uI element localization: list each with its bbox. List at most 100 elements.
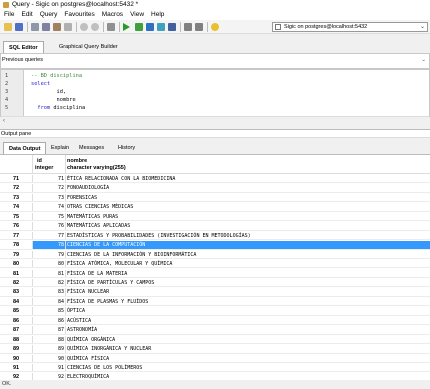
row-header-corner[interactable] — [0, 155, 33, 174]
cell-nombre[interactable]: ÓPTICA — [67, 307, 85, 315]
tab-history[interactable]: History — [113, 142, 140, 154]
cell-id[interactable]: 84 — [33, 297, 66, 306]
cell-id[interactable]: 73 — [33, 193, 66, 202]
cell-id[interactable]: 82 — [33, 278, 66, 287]
tab-messages[interactable]: Messages — [74, 142, 109, 154]
cell-nombre[interactable]: FONOAUDIOLOGÍA — [67, 184, 109, 192]
connection-checkbox[interactable] — [275, 24, 281, 30]
menu-help[interactable]: Help — [151, 10, 164, 20]
row-number[interactable]: 79 — [0, 250, 33, 259]
table-row[interactable]: 81 81 FÍSICA DE LA MATERIA — [0, 269, 430, 278]
cell-nombre[interactable]: QUÍMICA FÍSICA — [67, 355, 109, 363]
explain-analyze-icon[interactable] — [146, 23, 154, 31]
cell-id[interactable]: 90 — [33, 354, 66, 362]
cell-nombre[interactable]: CIENCIAS DE LA COMPUTACIÓN — [67, 241, 145, 249]
tab-data-output[interactable]: Data Output — [3, 142, 47, 154]
execute-icon[interactable] — [123, 23, 130, 31]
cell-nombre[interactable]: FÍSICA NUCLEAR — [67, 288, 109, 296]
table-row[interactable]: 83 83 FÍSICA NUCLEAR — [0, 288, 430, 297]
cell-id[interactable]: 80 — [33, 260, 66, 268]
cell-nombre[interactable]: FÍSICA ATÓMICA, MOLECULAR Y QUÍMICA — [67, 260, 172, 268]
cell-id[interactable]: 87 — [33, 326, 66, 334]
cell-id[interactable]: 88 — [33, 335, 66, 344]
row-number[interactable]: 88 — [0, 335, 33, 344]
cell-id[interactable]: 72 — [33, 184, 66, 192]
row-number[interactable]: 89 — [0, 345, 33, 353]
row-number[interactable]: 74 — [0, 203, 33, 211]
save-icon[interactable] — [15, 23, 23, 31]
row-number[interactable]: 87 — [0, 326, 33, 334]
tab-sql-editor[interactable]: SQL Editor — [3, 41, 44, 53]
row-number[interactable]: 91 — [0, 364, 33, 372]
table-row[interactable]: 73 73 FORENSICAS — [0, 193, 430, 203]
undo-icon[interactable] — [80, 23, 88, 31]
cell-nombre[interactable]: MATEMÁTICAS APLICADAS — [67, 222, 130, 230]
sql-editor[interactable]: 1 2 3 4 5 -- BD disciplina select id, no… — [0, 69, 430, 124]
row-number[interactable]: 71 — [0, 175, 33, 183]
table-row[interactable]: 84 84 FÍSICA DE PLASMAS Y FLUÍDOS — [0, 297, 430, 307]
connection-select[interactable]: Sigic on postgres@localhost:5432 ⌄ — [272, 22, 428, 32]
table-row[interactable]: 74 74 OTRAS CIENCIAS MÉDICAS — [0, 203, 430, 212]
cell-id[interactable]: 81 — [33, 269, 66, 277]
row-number[interactable]: 72 — [0, 184, 33, 192]
cut-icon[interactable] — [31, 23, 39, 31]
open-icon[interactable] — [4, 23, 12, 31]
tab-explain[interactable]: Explain — [46, 142, 74, 154]
cell-id[interactable]: 75 — [33, 212, 66, 221]
cell-id[interactable]: 89 — [33, 345, 66, 353]
row-number[interactable]: 84 — [0, 297, 33, 306]
menu-edit[interactable]: Edit — [21, 10, 32, 20]
table-row[interactable]: 91 91 CIENCIAS DE LOS POLÍMEROS — [0, 364, 430, 373]
cell-id[interactable]: 83 — [33, 288, 66, 296]
row-number[interactable]: 81 — [0, 269, 33, 277]
cell-id[interactable]: 77 — [33, 231, 66, 240]
data-grid[interactable]: id integer nombre character varying(255)… — [0, 154, 430, 380]
cell-nombre[interactable]: FORENSICAS — [67, 194, 97, 202]
table-row[interactable]: 82 82 FÍSICA DE PARTÍCULAS Y CAMPOS — [0, 278, 430, 288]
menu-view[interactable]: View — [130, 10, 144, 20]
cell-nombre[interactable]: ESTADÍSTICAS Y PROBABILIDADES (INVESTIGA… — [67, 232, 251, 240]
table-row[interactable]: 80 80 FÍSICA ATÓMICA, MOLECULAR Y QUÍMICA — [0, 260, 430, 269]
table-row[interactable]: 72 72 FONOAUDIOLOGÍA — [0, 184, 430, 193]
table-row[interactable]: 76 76 MATEMÁTICAS APLICADAS — [0, 222, 430, 231]
explain-icon[interactable] — [135, 23, 143, 31]
cell-nombre[interactable]: ÉTICA RELACIONADA CON LA BIOMEDICINA — [67, 175, 175, 183]
cell-nombre[interactable]: MATEMÁTICAS PURAS — [67, 213, 118, 221]
copy-icon[interactable] — [42, 23, 50, 31]
help-icon[interactable] — [211, 23, 219, 31]
row-number[interactable]: 82 — [0, 278, 33, 287]
table-row[interactable]: 88 88 QUÍMICA ORGÁNICA — [0, 335, 430, 345]
cancel-icon[interactable] — [157, 23, 165, 31]
cell-nombre[interactable]: OTRAS CIENCIAS MÉDICAS — [67, 203, 133, 211]
tab-graphical-query-builder[interactable]: Graphical Query Builder — [54, 41, 123, 53]
row-number[interactable]: 86 — [0, 316, 33, 325]
clear-history-icon[interactable] — [195, 23, 203, 31]
menu-query[interactable]: Query — [40, 10, 58, 20]
cell-nombre[interactable]: ACÚSTICA — [67, 317, 91, 325]
row-number[interactable]: 80 — [0, 260, 33, 268]
row-number[interactable]: 75 — [0, 212, 33, 221]
row-number[interactable]: 76 — [0, 222, 33, 230]
cell-nombre[interactable]: FÍSICA DE LA MATERIA — [67, 270, 127, 278]
cell-nombre[interactable]: CIENCIAS DE LA INFORMACIÓN Y BIOINFORMÁT… — [67, 251, 196, 259]
cell-id[interactable]: 86 — [33, 316, 66, 325]
output-to-file-icon[interactable] — [184, 23, 192, 31]
cell-nombre[interactable]: ASTRONOMÍA — [67, 326, 97, 334]
cell-id[interactable]: 79 — [33, 250, 66, 259]
menu-macros[interactable]: Macros — [102, 10, 123, 20]
table-row[interactable]: 78 78 CIENCIAS DE LA COMPUTACIÓN — [0, 241, 430, 250]
chevron-left-icon[interactable]: ‹ — [3, 117, 5, 125]
table-row[interactable]: 79 79 CIENCIAS DE LA INFORMACIÓN Y BIOINFO… — [0, 250, 430, 260]
row-number[interactable]: 85 — [0, 307, 33, 315]
redo-icon[interactable] — [91, 23, 99, 31]
cell-id[interactable]: 91 — [33, 364, 66, 372]
execute-pgscript-icon[interactable] — [168, 23, 176, 31]
table-row[interactable]: 90 90 QUÍMICA FÍSICA — [0, 354, 430, 363]
chevron-down-icon[interactable]: ⌄ — [420, 23, 425, 31]
cell-id[interactable]: 71 — [33, 175, 66, 183]
menu-favourites[interactable]: Favourites — [64, 10, 94, 20]
table-row[interactable]: 77 77 ESTADÍSTICAS Y PROBABILIDADES (INVES… — [0, 231, 430, 241]
paste-icon[interactable] — [53, 23, 61, 31]
cell-nombre[interactable]: FÍSICA DE PARTÍCULAS Y CAMPOS — [67, 279, 154, 287]
row-number[interactable]: 83 — [0, 288, 33, 296]
